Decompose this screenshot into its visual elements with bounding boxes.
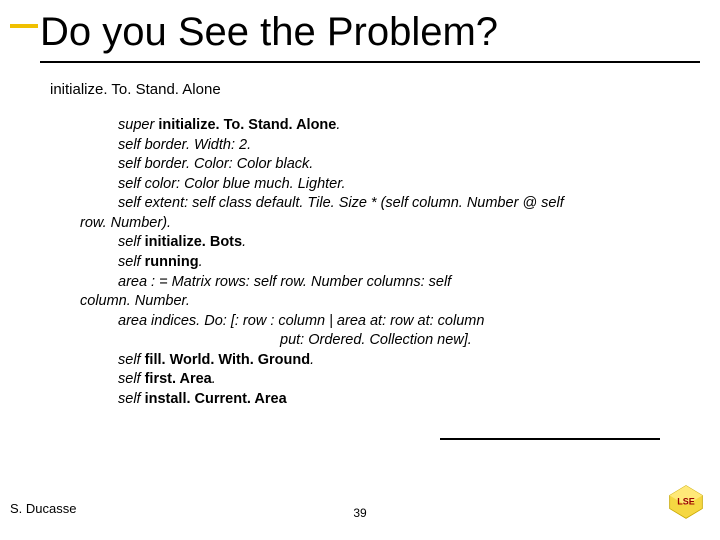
footer-rule [440, 438, 660, 440]
code-text: initialize. Bots [145, 234, 243, 250]
code-text: self border. Width: 2. [80, 136, 680, 156]
code-text: put: Ordered. Collection new]. [80, 331, 680, 351]
code-text: running [145, 254, 199, 270]
title-accent-bar [10, 24, 38, 28]
code-text: self [118, 371, 145, 387]
code-text: self [118, 352, 145, 368]
code-text: install. Current. Area [145, 391, 287, 407]
code-text: column. Number. [80, 292, 680, 312]
slide-title: Do you See the Problem? [40, 10, 700, 63]
code-text: . [310, 352, 314, 368]
code-text: self [118, 234, 145, 250]
code-text: first. Area [145, 371, 212, 387]
code-text: . [212, 371, 216, 387]
code-text: self border. Color: Color black. [80, 155, 680, 175]
title-block: Do you See the Problem? [0, 0, 720, 63]
code-text: self color: Color blue much. Lighter. [80, 175, 680, 195]
logo-text: LSE [677, 496, 695, 506]
code-text: area : = Matrix rows: self row. Number c… [80, 273, 680, 293]
code-text: self extent: self class default. Tile. S… [80, 194, 680, 214]
code-text: initialize. To. Stand. Alone [158, 117, 336, 133]
code-text: . [242, 234, 246, 250]
code-text: . [199, 254, 203, 270]
footer: S. Ducasse 39 LSE [0, 484, 720, 524]
code-text: . [336, 117, 340, 133]
method-selector: initialize. To. Stand. Alone [50, 81, 720, 98]
code-text: super [118, 117, 158, 133]
lse-logo-icon: LSE [666, 484, 706, 520]
page-number: 39 [353, 506, 366, 520]
code-text: area indices. Do: [: row : column | area… [80, 312, 680, 332]
code-text: row. Number). [80, 214, 680, 234]
author-label: S. Ducasse [10, 501, 76, 516]
code-text: self [118, 391, 145, 407]
code-text: fill. World. With. Ground [145, 352, 311, 368]
code-text: self [118, 254, 145, 270]
code-body: super initialize. To. Stand. Alone. self… [80, 116, 680, 409]
